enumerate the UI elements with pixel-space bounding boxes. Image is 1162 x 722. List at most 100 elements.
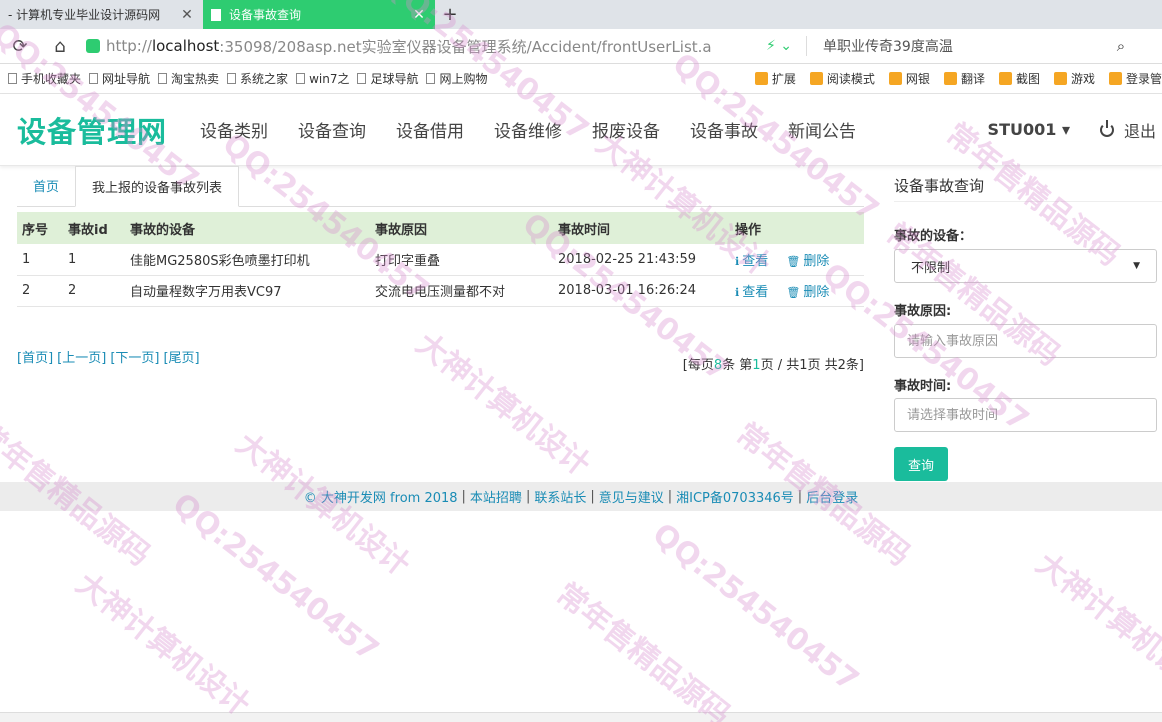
book-icon <box>809 72 823 85</box>
browser-search-hint[interactable]: 单职业传奇39度高温 <box>806 36 1106 56</box>
reload-icon[interactable]: ⟳ <box>0 36 40 57</box>
nav-item-device-borrow[interactable]: 设备借用 <box>396 117 464 142</box>
watermark-text: QQ:254540457 <box>645 516 866 699</box>
user-menu[interactable]: STU001 ▾ <box>988 120 1070 139</box>
url-host: localhost <box>151 37 220 55</box>
per-page-count: 8 <box>713 358 723 373</box>
total-items: 2 <box>837 358 846 373</box>
close-icon[interactable]: ✕ <box>179 7 195 23</box>
nav-item-device-query[interactable]: 设备查询 <box>298 117 366 142</box>
bank-button[interactable]: 网银 <box>888 70 930 87</box>
screenshot-button[interactable]: 截图 <box>998 70 1040 87</box>
query-button[interactable]: 查询 <box>894 447 948 481</box>
browser-toolbar-right: 扩展 阅读模式 网银 翻译 截图 游戏 登录管 <box>741 70 1162 87</box>
cell-actions: ℹ 查看 🗑 删除 <box>730 244 864 276</box>
tab-home[interactable]: 首页 <box>17 165 75 206</box>
table-row: 2 2 自动量程数字万用表VC97 交流电电压测量都不对 2018-03-01 … <box>17 275 864 307</box>
delete-button[interactable]: 🗑 删除 <box>786 254 829 269</box>
pager-first[interactable]: [首页] <box>17 351 53 366</box>
translate-button[interactable]: 翻译 <box>943 70 985 87</box>
search-icon[interactable]: ⌕ <box>1106 37 1136 55</box>
site-brand[interactable]: 设备管理网 <box>17 109 167 151</box>
cell-device: 佳能MG2580S彩色喷墨打印机 <box>125 244 370 276</box>
device-select-value: 不限制 <box>911 260 951 276</box>
nav-item-device-repair[interactable]: 设备维修 <box>494 117 562 142</box>
bookmarks-bar: 手机收藏夹 网址导航 淘宝热卖 系统之家 win7之 足球导航 网上购物 扩展 … <box>0 64 1162 94</box>
bookmark-item[interactable]: win7之 <box>296 70 349 87</box>
cell-id: 2 <box>63 275 125 307</box>
view-button[interactable]: ℹ 查看 <box>735 254 768 269</box>
site-header: 设备管理网 设备类别 设备查询 设备借用 设备维修 报废设备 设备事故 新闻公告… <box>0 94 1162 166</box>
delete-button[interactable]: 🗑 删除 <box>786 285 829 300</box>
pager-next[interactable]: [下一页] <box>110 351 159 366</box>
footer-admin-login[interactable]: 后台登录 <box>806 487 858 506</box>
user-icon <box>1108 72 1122 85</box>
login-button[interactable]: 登录管 <box>1108 70 1162 87</box>
cell-reason: 打印字重叠 <box>370 244 553 276</box>
table-header-row: 序号 事故id 事故的设备 事故原因 事故时间 操作 <box>17 212 864 244</box>
footer-icp[interactable]: 湘ICP备0703346号 <box>676 487 794 506</box>
footer-recruit[interactable]: 本站招聘 <box>470 487 522 506</box>
watermark-text: 大神计算机设计 <box>409 326 597 484</box>
time-input[interactable] <box>894 398 1157 432</box>
lightning-icon[interactable]: ⚡ ⌄ <box>766 38 806 54</box>
power-icon <box>1099 119 1114 137</box>
pager-last[interactable]: [尾页] <box>163 351 199 366</box>
logout-button[interactable]: 退出 <box>1099 118 1156 142</box>
col-time: 事故时间 <box>553 212 730 244</box>
bookmark-item[interactable]: 足球导航 <box>357 70 418 87</box>
extension-icon <box>754 72 768 85</box>
divider <box>894 201 1162 202</box>
current-page: 1 <box>752 358 761 373</box>
trash-icon: 🗑 <box>786 254 801 268</box>
page-icon <box>296 73 306 84</box>
browser-tab-current[interactable]: 设备事故查询 ✕ <box>203 0 435 29</box>
bookmark-item[interactable]: 手机收藏夹 <box>8 70 81 87</box>
cell-device: 自动量程数字万用表VC97 <box>125 275 370 307</box>
browser-tab-title: 设备事故查询 <box>229 8 302 22</box>
address-bar: ⟳ ⌂ http://localhost:35098/208asp.net实验室… <box>0 29 1162 64</box>
pager-links: [首页] [上一页] [下一页] [尾页] <box>17 347 204 366</box>
cell-reason: 交流电电压测量都不对 <box>370 275 553 307</box>
nav-item-device-category[interactable]: 设备类别 <box>200 117 268 142</box>
reading-mode-button[interactable]: 阅读模式 <box>809 70 875 87</box>
footer-contact[interactable]: 联系站长 <box>534 487 586 506</box>
nav-item-scrapped-device[interactable]: 报废设备 <box>592 117 660 142</box>
reason-label: 事故原因: <box>894 304 952 319</box>
new-tab-button[interactable]: + <box>435 0 465 29</box>
close-icon[interactable]: ✕ <box>411 7 427 23</box>
bookmark-item[interactable]: 淘宝热卖 <box>158 70 219 87</box>
footer-copyright[interactable]: © 大神开发网 from 2018 <box>304 487 458 506</box>
device-select[interactable]: 不限制 ▼ <box>894 249 1157 283</box>
scissors-icon <box>998 72 1012 85</box>
col-id: 事故id <box>63 212 125 244</box>
cell-no: 1 <box>17 244 63 276</box>
browser-tab-source[interactable]: - 计算机专业毕业设计源码网 ✕ <box>0 0 203 29</box>
nav-item-news[interactable]: 新闻公告 <box>788 117 856 142</box>
translate-icon <box>943 72 957 85</box>
total-pages: 1 <box>799 358 808 373</box>
col-no: 序号 <box>17 212 63 244</box>
url-field[interactable]: http://localhost:35098/208asp.net实验室仪器设备… <box>86 32 766 60</box>
bookmark-item[interactable]: 网址导航 <box>89 70 150 87</box>
time-label: 事故时间: <box>894 379 952 394</box>
extension-button[interactable]: 扩展 <box>754 70 796 87</box>
browser-tab-title: - 计算机专业毕业设计源码网 <box>8 8 161 22</box>
device-label: 事故的设备： <box>894 229 973 244</box>
footer-feedback[interactable]: 意见与建议 <box>599 487 664 506</box>
pager-prev[interactable]: [上一页] <box>57 351 106 366</box>
watermark-text: 大神计算机设计 <box>69 566 257 722</box>
nav-item-device-accident[interactable]: 设备事故 <box>690 117 758 142</box>
watermark-text: 大神计算机设计 <box>1029 546 1162 704</box>
cell-no: 2 <box>17 275 63 307</box>
home-icon[interactable]: ⌂ <box>40 36 80 57</box>
bookmark-item[interactable]: 系统之家 <box>227 70 288 87</box>
games-button[interactable]: 游戏 <box>1053 70 1095 87</box>
bookmark-item[interactable]: 网上购物 <box>426 70 487 87</box>
page-icon <box>227 73 237 84</box>
cell-actions: ℹ 查看 🗑 删除 <box>730 275 864 307</box>
tab-my-accidents[interactable]: 我上报的设备事故列表 <box>75 166 240 207</box>
reason-input[interactable] <box>894 324 1157 358</box>
url-path: :35098/208asp.net实验室仪器设备管理系统/Accident/fr… <box>219 37 712 56</box>
view-button[interactable]: ℹ 查看 <box>735 285 768 300</box>
